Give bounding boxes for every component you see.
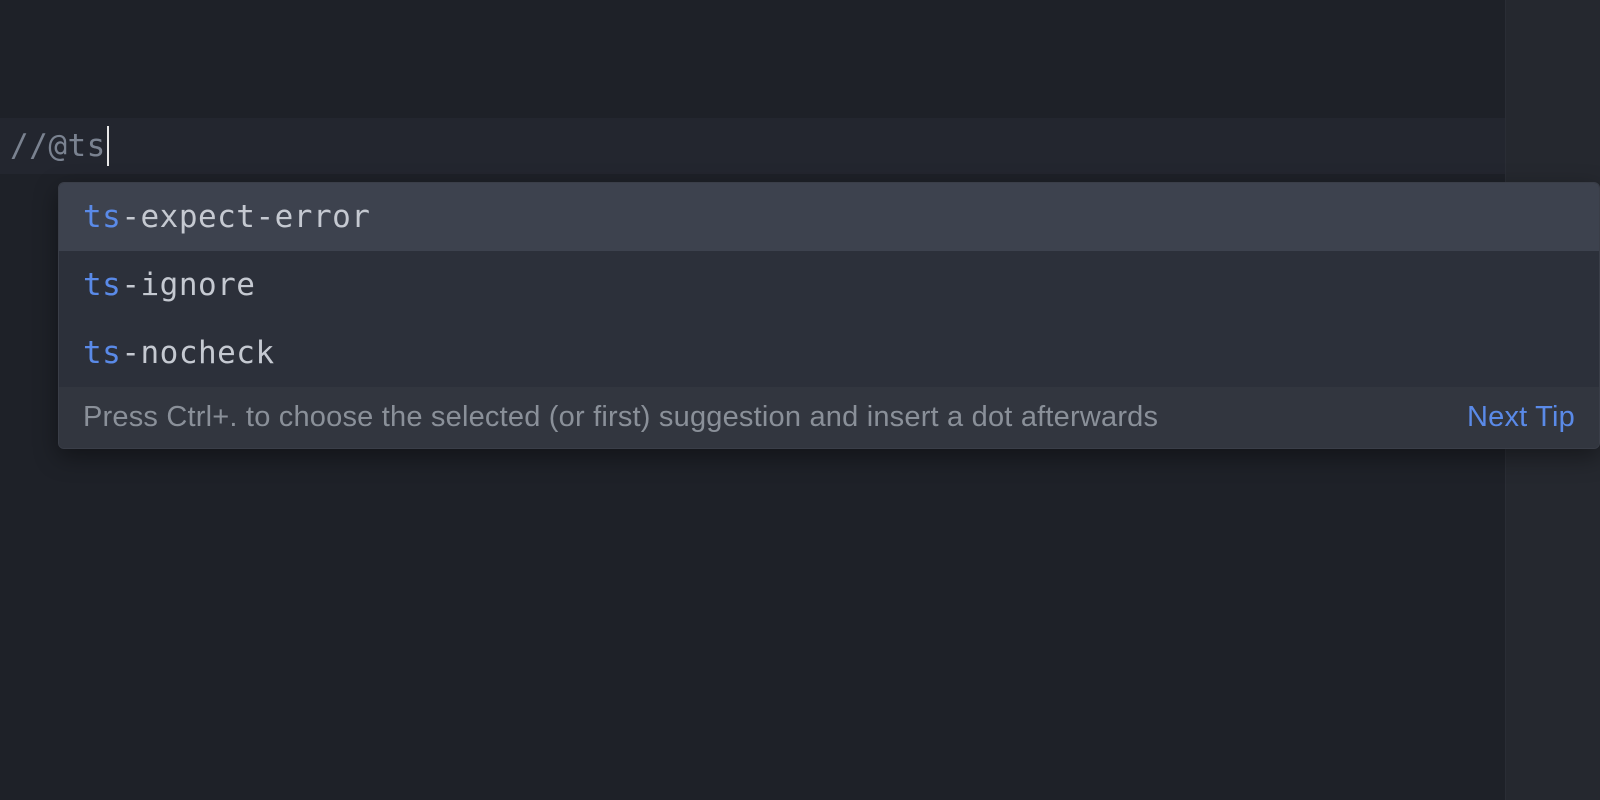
completion-item-ts-ignore[interactable]: ts-ignore: [59, 251, 1599, 319]
completion-rest-text: -nocheck: [121, 335, 274, 371]
autocomplete-popup: ts-expect-error ts-ignore ts-nocheck Pre…: [58, 182, 1600, 449]
completion-item-ts-expect-error[interactable]: ts-expect-error: [59, 183, 1599, 251]
completion-hint-bar: Press Ctrl+. to choose the selected (or …: [59, 387, 1599, 448]
completion-match-text: ts: [83, 335, 121, 371]
completion-list: ts-expect-error ts-ignore ts-nocheck: [59, 183, 1599, 387]
code-text: //@ts: [10, 128, 106, 164]
active-code-line[interactable]: //@ts: [0, 118, 1505, 174]
completion-rest-text: -ignore: [121, 267, 255, 303]
next-tip-link[interactable]: Next Tip: [1467, 401, 1575, 434]
completion-rest-text: -expect-error: [121, 199, 370, 235]
text-cursor: [107, 126, 109, 166]
editor-area[interactable]: //@ts ts-expect-error ts-ignore ts-noche…: [0, 0, 1600, 800]
completion-match-text: ts: [83, 199, 121, 235]
hint-text: Press Ctrl+. to choose the selected (or …: [83, 401, 1158, 434]
completion-item-ts-nocheck[interactable]: ts-nocheck: [59, 319, 1599, 387]
completion-match-text: ts: [83, 267, 121, 303]
